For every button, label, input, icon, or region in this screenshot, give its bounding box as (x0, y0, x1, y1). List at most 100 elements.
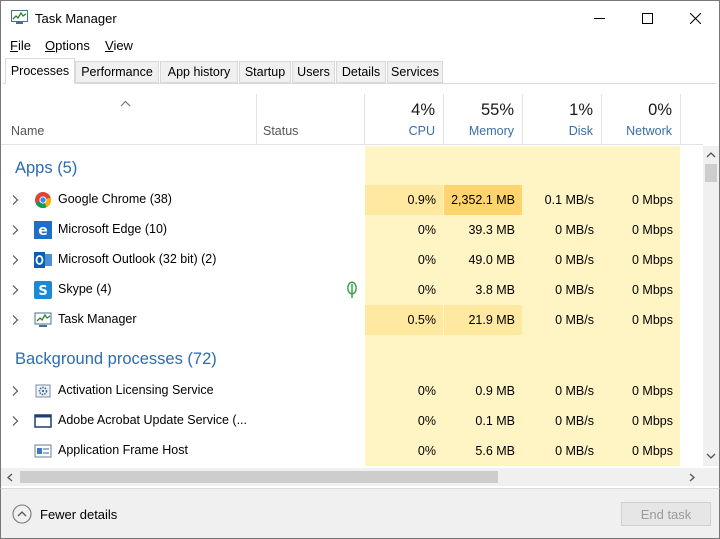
app-frame-icon (34, 444, 52, 458)
table-row[interactable]: Activation Licensing Service 0% 0.9 MB 0… (1, 376, 703, 406)
table-row[interactable]: e Microsoft Edge (10) 0% 39.3 MB 0 MB/s … (1, 215, 703, 245)
table-row[interactable]: S Skype (4) 0% 3.8 MB 0 MB/s 0 Mbps (1, 275, 703, 305)
close-button[interactable] (671, 1, 719, 35)
network-cell: 0 Mbps (602, 406, 680, 436)
chevron-right-icon[interactable] (11, 254, 19, 266)
memory-column-label: Memory (468, 124, 514, 138)
cpu-cell: 0% (365, 436, 443, 466)
column-header-network[interactable]: 0% Network (602, 84, 680, 145)
gear-service-icon (35, 384, 51, 398)
memory-value: 0.9 MB (475, 384, 515, 398)
tab-users[interactable]: Users (292, 61, 335, 83)
tab-label: Services (391, 65, 439, 79)
process-name: Application Frame Host (58, 443, 188, 457)
chevron-right-icon[interactable] (11, 314, 19, 326)
group-header-apps[interactable]: Apps (5) (1, 153, 703, 183)
memory-value: 39.3 MB (468, 223, 515, 237)
column-header-name[interactable]: Name (1, 84, 256, 145)
cpu-value: 0% (417, 253, 436, 267)
cpu-cell: 0% (365, 215, 443, 245)
vertical-scroll-thumb[interactable] (705, 164, 717, 182)
cpu-value: 0% (417, 384, 436, 398)
network-cell: 0 Mbps (602, 436, 680, 466)
network-value: 0 Mbps (632, 223, 673, 237)
chevron-right-icon[interactable] (11, 194, 19, 206)
fewer-details-link[interactable]: Fewer details (40, 507, 117, 522)
end-task-button[interactable]: End task (621, 502, 711, 526)
network-cell: 0 Mbps (602, 305, 680, 335)
chevron-right-icon[interactable] (11, 385, 19, 397)
tab-processes[interactable]: Processes (5, 58, 75, 84)
process-name: Microsoft Outlook (32 bit) (2) (58, 252, 217, 266)
tab-label: App history (167, 65, 231, 79)
chevron-right-icon[interactable] (11, 224, 19, 236)
memory-cell: 49.0 MB (444, 245, 522, 275)
menu-file-label: ile (17, 38, 31, 53)
column-status-label: Status (263, 124, 299, 138)
process-name: Task Manager (58, 312, 137, 326)
chevron-right-icon[interactable] (11, 284, 19, 296)
cpu-cell: 0% (365, 275, 443, 305)
scroll-down-icon[interactable] (706, 453, 716, 460)
menu-view[interactable]: View (105, 38, 133, 53)
task-manager-icon (34, 312, 52, 327)
column-header-memory[interactable]: 55% Memory (444, 84, 522, 145)
table-row[interactable]: Microsoft Outlook (32 bit) (2) 0% 49.0 M… (1, 245, 703, 275)
network-cell: 0 Mbps (602, 215, 680, 245)
window-icon (34, 414, 52, 428)
tab-details[interactable]: Details (336, 61, 386, 83)
horizontal-scrollbar[interactable] (1, 468, 703, 486)
network-value: 0 Mbps (632, 193, 673, 207)
horizontal-scroll-thumb[interactable] (20, 471, 498, 483)
table-row[interactable]: Application Frame Host 0% 5.6 MB 0 MB/s … (1, 436, 703, 466)
column-separator[interactable] (680, 94, 681, 144)
tab-bar: Processes Performance App history Startu… (0, 56, 720, 84)
menu-options[interactable]: Options (45, 38, 90, 53)
process-name: Activation Licensing Service (58, 383, 214, 397)
chevron-right-icon[interactable] (11, 415, 19, 427)
tab-label: Details (341, 65, 381, 79)
table-row[interactable]: Adobe Acrobat Update Service (... 0% 0.1… (1, 406, 703, 436)
memory-value: 3.8 MB (475, 283, 515, 297)
column-header-cpu[interactable]: 4% CPU (365, 84, 443, 145)
disk-cell: 0 MB/s (523, 245, 601, 275)
tab-app-history[interactable]: App history (160, 61, 238, 83)
network-value: 0 Mbps (632, 384, 673, 398)
network-cell: 0 Mbps (602, 275, 680, 305)
memory-cell: 39.3 MB (444, 215, 522, 245)
tab-label: Users (297, 65, 330, 79)
scroll-left-icon[interactable] (6, 473, 13, 482)
network-value: 0 Mbps (632, 313, 673, 327)
collapse-up-icon[interactable] (12, 504, 32, 524)
column-header-disk[interactable]: 1% Disk (523, 84, 601, 145)
memory-cell: 0.1 MB (444, 406, 522, 436)
scroll-right-icon[interactable] (689, 473, 696, 482)
cpu-value: 0% (417, 444, 436, 458)
minimize-button[interactable] (575, 1, 623, 35)
disk-cell: 0 MB/s (523, 406, 601, 436)
cpu-cell: 0.9% (365, 185, 443, 215)
skype-icon: S (34, 281, 52, 299)
vertical-scrollbar[interactable] (703, 146, 719, 466)
disk-cell: 0.1 MB/s (523, 185, 601, 215)
cpu-cell: 0% (365, 376, 443, 406)
cpu-cell: 0.5% (365, 305, 443, 335)
network-value: 0 Mbps (632, 253, 673, 267)
scroll-up-icon[interactable] (706, 151, 716, 158)
tab-startup[interactable]: Startup (239, 61, 291, 83)
minimize-icon (593, 17, 605, 19)
memory-cell: 21.9 MB (444, 305, 522, 335)
group-header-background-processes[interactable]: Background processes (72) (1, 344, 703, 374)
maximize-button[interactable] (623, 1, 671, 35)
close-icon (689, 12, 701, 24)
tab-services[interactable]: Services (387, 61, 443, 83)
table-row[interactable]: Task Manager 0.5% 21.9 MB 0 MB/s 0 Mbps (1, 305, 703, 335)
tab-performance[interactable]: Performance (75, 61, 159, 83)
table-row[interactable]: Google Chrome (38) 0.9% 2,352.1 MB 0.1 M… (1, 185, 703, 215)
disk-cell: 0 MB/s (523, 436, 601, 466)
disk-cell: 0 MB/s (523, 215, 601, 245)
column-header-status[interactable]: Status (257, 84, 364, 145)
menu-file[interactable]: File (10, 38, 31, 53)
process-list: Apps (5) Google Chrome (38) 0.9% 2,352.1… (1, 146, 703, 466)
disk-total-percent: 1% (569, 101, 593, 119)
